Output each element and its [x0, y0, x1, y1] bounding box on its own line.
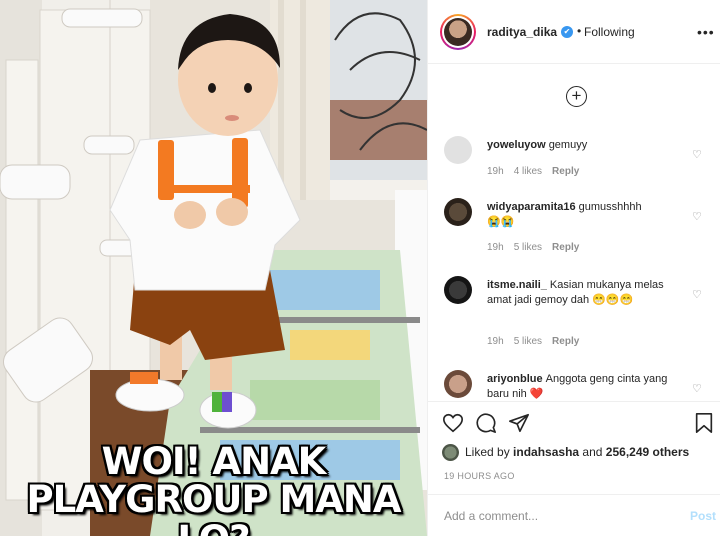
comment-text-block: widyaparamita16 gumusshhhh 😭😭	[487, 200, 687, 230]
comment-emoji: 😁😁😁	[592, 294, 634, 306]
likes-count[interactable]: 256,249 others	[606, 445, 689, 459]
likes-middle: and	[582, 445, 603, 459]
verified-badge-icon: ✔	[561, 26, 573, 38]
comment-likes[interactable]: 5 likes	[514, 242, 542, 253]
add-comment-input[interactable]	[444, 507, 674, 525]
comment-like-heart-icon[interactable]: ♡	[692, 288, 702, 301]
comment-like-heart-icon[interactable]: ♡	[692, 382, 702, 395]
liker-username[interactable]: indahsasha	[513, 445, 579, 459]
comment-emoji: ❤️	[529, 388, 544, 400]
comment-username[interactable]: itsme.naili_	[487, 279, 547, 291]
comment-text-block: itsme.naili_ Kasian mukanya melas amat ja…	[487, 278, 687, 308]
instagram-post-view: WOI! ANAK PLAYGROUP MANA LO? raditya_dik…	[0, 0, 720, 536]
comment-time: 19h	[487, 166, 504, 177]
post-header: raditya_dika ✔ • Following •••	[428, 0, 720, 64]
more-options-icon[interactable]: •••	[697, 24, 715, 40]
comment-text-block: ariyonblue Anggota geng cinta yang baru n…	[487, 372, 687, 401]
comment-reply-button[interactable]: Reply	[552, 242, 579, 253]
comment-like-heart-icon[interactable]: ♡	[692, 148, 702, 161]
comment-reply-button[interactable]: Reply	[552, 336, 579, 347]
comment-emoji: 😭😭	[487, 216, 515, 228]
meme-caption-line2: PLAYGROUP MANA LO?	[26, 478, 402, 536]
save-bookmark-icon[interactable]	[694, 412, 714, 434]
comment-text: gumusshhhh	[578, 201, 642, 213]
comment-meta: 19h 5 likes Reply	[487, 242, 589, 253]
comment-likes[interactable]: 5 likes	[514, 336, 542, 347]
comment-text-block: yoweluyow gemuyy	[487, 138, 687, 153]
header-separator: •	[577, 24, 582, 38]
comments-list: yoweluyow gemuyy 19h 4 likes Reply ♡ widyap…	[428, 128, 720, 401]
author-avatar[interactable]	[440, 14, 476, 50]
post-comment-button[interactable]: Post	[690, 509, 716, 523]
post-photo[interactable]: WOI! ANAK PLAYGROUP MANA LO?	[0, 0, 427, 536]
comment-avatar[interactable]	[444, 136, 472, 164]
comment-meta: 19h 5 likes Reply	[487, 336, 589, 347]
comment-text: gemuyy	[548, 139, 588, 151]
likes-summary: Liked by indahsasha and 256,249 others	[442, 443, 689, 461]
comment-avatar[interactable]	[444, 198, 472, 226]
comment-bubble-icon[interactable]	[475, 412, 497, 434]
load-more-comments-icon[interactable]: +	[566, 86, 587, 107]
meme-caption-line1: WOI! ANAK	[101, 440, 327, 483]
likes-prefix: Liked by	[465, 445, 510, 459]
add-comment-bar: Post	[428, 494, 720, 536]
post-actions-bar	[428, 401, 720, 445]
comment-username[interactable]: yoweluyow	[487, 139, 546, 151]
comment-time: 19h	[487, 242, 504, 253]
share-send-icon[interactable]	[508, 412, 530, 434]
comment-username[interactable]: widyaparamita16	[487, 201, 576, 213]
liker-avatar[interactable]	[442, 443, 459, 461]
following-button[interactable]: Following	[584, 25, 635, 39]
post-timestamp[interactable]: 19 HOURS AGO	[444, 471, 515, 481]
like-heart-icon[interactable]	[442, 412, 464, 434]
comment-time: 19h	[487, 336, 504, 347]
author-username[interactable]: raditya_dika	[487, 25, 557, 39]
comment-avatar[interactable]	[444, 370, 472, 398]
comment-meta: 19h 4 likes Reply	[487, 166, 589, 177]
comment-avatar[interactable]	[444, 276, 472, 304]
comment-like-heart-icon[interactable]: ♡	[692, 210, 702, 223]
post-side-panel: raditya_dika ✔ • Following ••• + yoweluy…	[427, 0, 720, 536]
comment-username[interactable]: ariyonblue	[487, 373, 543, 385]
comment-likes[interactable]: 4 likes	[514, 166, 542, 177]
comment-reply-button[interactable]: Reply	[552, 166, 579, 177]
